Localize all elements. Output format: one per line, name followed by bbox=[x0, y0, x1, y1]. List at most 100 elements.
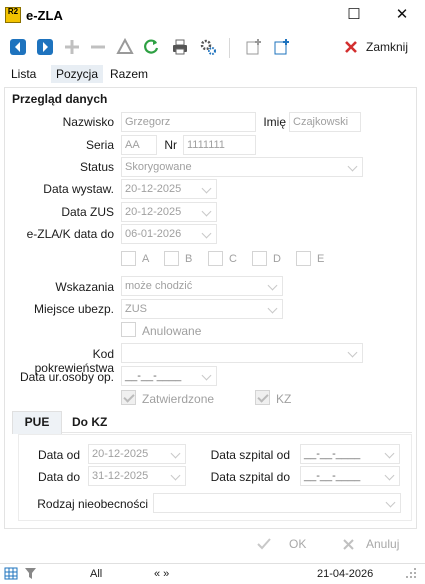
chevron-down-icon bbox=[267, 303, 278, 314]
szpital-od-value: __-__-____ bbox=[304, 448, 361, 460]
wskazania-label: Wskazania bbox=[55, 280, 114, 294]
data-wystaw-value: 20-12-2025 bbox=[125, 183, 182, 195]
section-title: Przegląd danych bbox=[12, 92, 108, 106]
data-wystaw-label: Data wystaw. bbox=[43, 182, 114, 196]
chevron-down-icon bbox=[385, 497, 396, 508]
settings-icon[interactable] bbox=[199, 38, 217, 56]
tab-razem[interactable]: Razem bbox=[110, 67, 148, 81]
ezla-data-do-field[interactable]: 06-01-2026 bbox=[121, 224, 217, 244]
seria-field[interactable]: AA bbox=[121, 135, 157, 155]
chevron-down-icon bbox=[201, 370, 212, 381]
data-do-field[interactable]: 31-12-2025 bbox=[88, 466, 186, 486]
check-icon bbox=[257, 538, 271, 550]
app-logo: R2 bbox=[5, 7, 21, 23]
tab-lista[interactable]: Lista bbox=[11, 67, 36, 81]
code-a-label: A bbox=[142, 253, 150, 265]
add-icon[interactable] bbox=[63, 38, 81, 56]
cancel-label: Anuluj bbox=[366, 537, 400, 551]
zatwierdzone-checkbox[interactable] bbox=[121, 390, 136, 405]
subtab-do-kz[interactable]: Do KZ bbox=[72, 415, 107, 429]
code-d-checkbox[interactable] bbox=[252, 251, 267, 266]
chevron-down-icon bbox=[347, 161, 358, 172]
code-c-checkbox[interactable] bbox=[208, 251, 223, 266]
new-document-icon[interactable] bbox=[245, 38, 263, 56]
anulowane-label: Anulowane bbox=[142, 324, 202, 338]
anulowane-checkbox[interactable] bbox=[121, 322, 136, 337]
chevron-down-icon bbox=[170, 448, 181, 459]
data-od-field[interactable]: 20-12-2025 bbox=[88, 444, 186, 464]
data-od-label: Data od bbox=[37, 448, 80, 462]
nr-label: Nr bbox=[164, 138, 177, 152]
data-ur-value: __-__-____ bbox=[125, 370, 182, 382]
rodzaj-label: Rodzaj nieobecności bbox=[37, 497, 148, 511]
print-icon[interactable] bbox=[171, 38, 189, 56]
ok-label: OK bbox=[289, 537, 307, 551]
chevron-down-icon bbox=[384, 448, 395, 459]
warning-icon[interactable] bbox=[116, 38, 134, 56]
seria-label: Seria bbox=[85, 138, 114, 152]
ok-button[interactable]: OK bbox=[254, 535, 324, 555]
szpital-do-label: Data szpital do bbox=[210, 470, 290, 484]
szpital-od-field[interactable]: __-__-____ bbox=[300, 444, 400, 464]
data-do-value: 31-12-2025 bbox=[92, 470, 149, 482]
remove-icon[interactable] bbox=[89, 38, 107, 56]
chevron-down-icon bbox=[201, 206, 212, 217]
grid-icon[interactable] bbox=[4, 567, 18, 580]
code-b-checkbox[interactable] bbox=[164, 251, 179, 266]
kz-checkbox[interactable] bbox=[255, 390, 270, 405]
filter-value: All bbox=[90, 568, 103, 580]
rodzaj-select[interactable] bbox=[153, 493, 401, 513]
resize-grip-icon[interactable] bbox=[405, 567, 418, 580]
tab-pozycja[interactable]: Pozycja bbox=[51, 65, 104, 83]
chevron-down-icon bbox=[170, 470, 181, 481]
code-e-checkbox[interactable] bbox=[296, 251, 311, 266]
szpital-do-field[interactable]: __-__-____ bbox=[300, 466, 400, 486]
nr-field[interactable]: 1111111 bbox=[183, 135, 256, 155]
imie-field[interactable]: Czajkowski bbox=[289, 112, 361, 132]
close-label: Zamknij bbox=[366, 40, 409, 54]
kz-label: KZ bbox=[276, 392, 292, 406]
status-value: Skorygowane bbox=[125, 161, 192, 173]
chevron-down-icon bbox=[267, 280, 278, 291]
close-icon bbox=[343, 539, 354, 550]
data-zus-label: Data ZUS bbox=[61, 205, 114, 219]
record-nav[interactable]: « » bbox=[154, 568, 169, 580]
data-zus-value: 20-12-2025 bbox=[125, 206, 182, 218]
cancel-button[interactable]: Anuluj bbox=[340, 535, 415, 555]
chevron-down-icon bbox=[347, 347, 358, 358]
code-d-label: D bbox=[273, 253, 281, 265]
data-ur-field[interactable]: __-__-____ bbox=[121, 366, 217, 386]
subtab-pue[interactable]: PUE bbox=[12, 411, 62, 434]
next-icon[interactable] bbox=[36, 38, 54, 56]
refresh-icon[interactable] bbox=[142, 38, 160, 56]
chevron-down-icon bbox=[384, 470, 395, 481]
chevron-down-icon bbox=[201, 228, 212, 239]
ezla-data-do-label: e-ZLA/K data do bbox=[26, 227, 114, 241]
close-toolbar-button[interactable]: Zamknij bbox=[342, 38, 417, 58]
miejsce-select[interactable]: ZUS bbox=[121, 299, 283, 319]
nazwisko-field[interactable]: Grzegorz bbox=[121, 112, 256, 132]
maximize-button[interactable]: ☐ bbox=[337, 2, 371, 28]
code-b-label: B bbox=[185, 253, 193, 265]
status-select[interactable]: Skorygowane bbox=[121, 157, 363, 177]
chevron-down-icon bbox=[201, 183, 212, 194]
add-document-icon[interactable] bbox=[273, 38, 291, 56]
ezla-data-do-value: 06-01-2026 bbox=[125, 228, 182, 240]
wskazania-select[interactable]: może chodzić bbox=[121, 276, 283, 296]
previous-icon[interactable] bbox=[9, 38, 27, 56]
zatwierdzone-label: Zatwierdzone bbox=[142, 392, 215, 406]
nazwisko-label: Nazwisko bbox=[62, 115, 114, 129]
data-wystaw-field[interactable]: 20-12-2025 bbox=[121, 179, 217, 199]
szpital-od-label: Data szpital od bbox=[210, 448, 290, 462]
szpital-do-value: __-__-____ bbox=[304, 470, 361, 482]
filter-icon[interactable] bbox=[24, 567, 37, 580]
code-a-checkbox[interactable] bbox=[121, 251, 136, 266]
code-c-label: C bbox=[229, 253, 237, 265]
toolbar-separator bbox=[229, 38, 230, 58]
data-zus-field[interactable]: 20-12-2025 bbox=[121, 202, 217, 222]
close-window-button[interactable]: ✕ bbox=[385, 2, 419, 28]
miejsce-value: ZUS bbox=[125, 303, 147, 315]
close-icon bbox=[345, 41, 357, 53]
kod-pokrew-select[interactable] bbox=[121, 343, 363, 363]
status-date: 21-04-2026 bbox=[317, 568, 374, 580]
